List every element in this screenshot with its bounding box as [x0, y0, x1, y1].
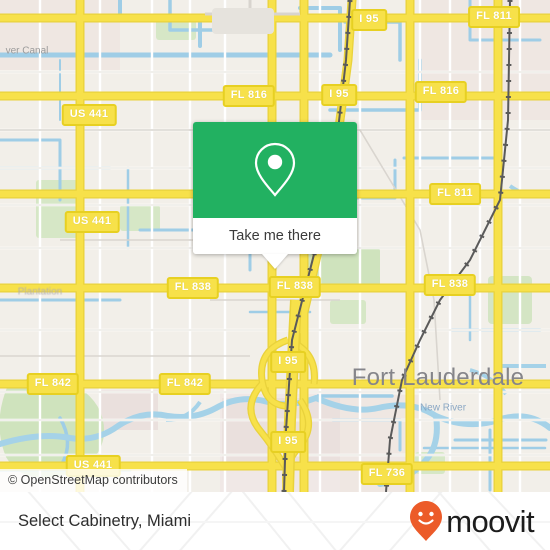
- road-shield: FL 838: [166, 277, 220, 299]
- road-shield: US 441: [64, 211, 120, 233]
- road-shield: I 95: [270, 351, 306, 373]
- place-label: Plantation: [17, 286, 63, 298]
- moovit-pin-icon: [410, 501, 443, 541]
- road-shield: I 95: [351, 9, 387, 31]
- screenshot-root: I 95 FL 811 FL 816 I 95 FL 816 US 441 FL 811 US…: [0, 0, 550, 550]
- place-label: Fort Lauderdale: [351, 364, 525, 391]
- moovit-logo[interactable]: moovit: [409, 500, 535, 542]
- road-shield: FL 811: [429, 183, 481, 205]
- road-shield: I 95: [270, 431, 306, 453]
- road-shield: FL 842: [26, 373, 80, 395]
- card-footer[interactable]: Take me there: [193, 218, 357, 269]
- place-label: ver Canal: [5, 45, 49, 57]
- card-header: [193, 122, 357, 218]
- page-title: Select Cabinetry, Miami: [18, 511, 192, 530]
- airport-apron: [212, 8, 274, 34]
- moovit-wordmark: moovit: [446, 503, 534, 539]
- road-shield: FL 811: [468, 6, 520, 28]
- road-shield: FL 816: [414, 81, 468, 103]
- take-me-there-label: Take me there: [229, 228, 321, 244]
- callout-pointer-tail: [262, 254, 288, 269]
- road-shield: FL 736: [360, 463, 414, 485]
- map-pin-icon: [254, 142, 296, 197]
- road-shield: US 441: [61, 104, 117, 126]
- place-label: New River: [419, 402, 467, 414]
- road-shield: I 95: [321, 84, 357, 106]
- destination-callout-card[interactable]: Take me there: [193, 122, 357, 269]
- road-shield: FL 838: [268, 276, 322, 298]
- road-shield: FL 838: [423, 274, 477, 296]
- road-shield: FL 842: [158, 373, 212, 395]
- map-attribution[interactable]: © OpenStreetMap contributors: [0, 469, 187, 492]
- road-shield: FL 816: [222, 85, 276, 107]
- bottom-bar: Select Cabinetry, Miami moovit: [0, 492, 550, 550]
